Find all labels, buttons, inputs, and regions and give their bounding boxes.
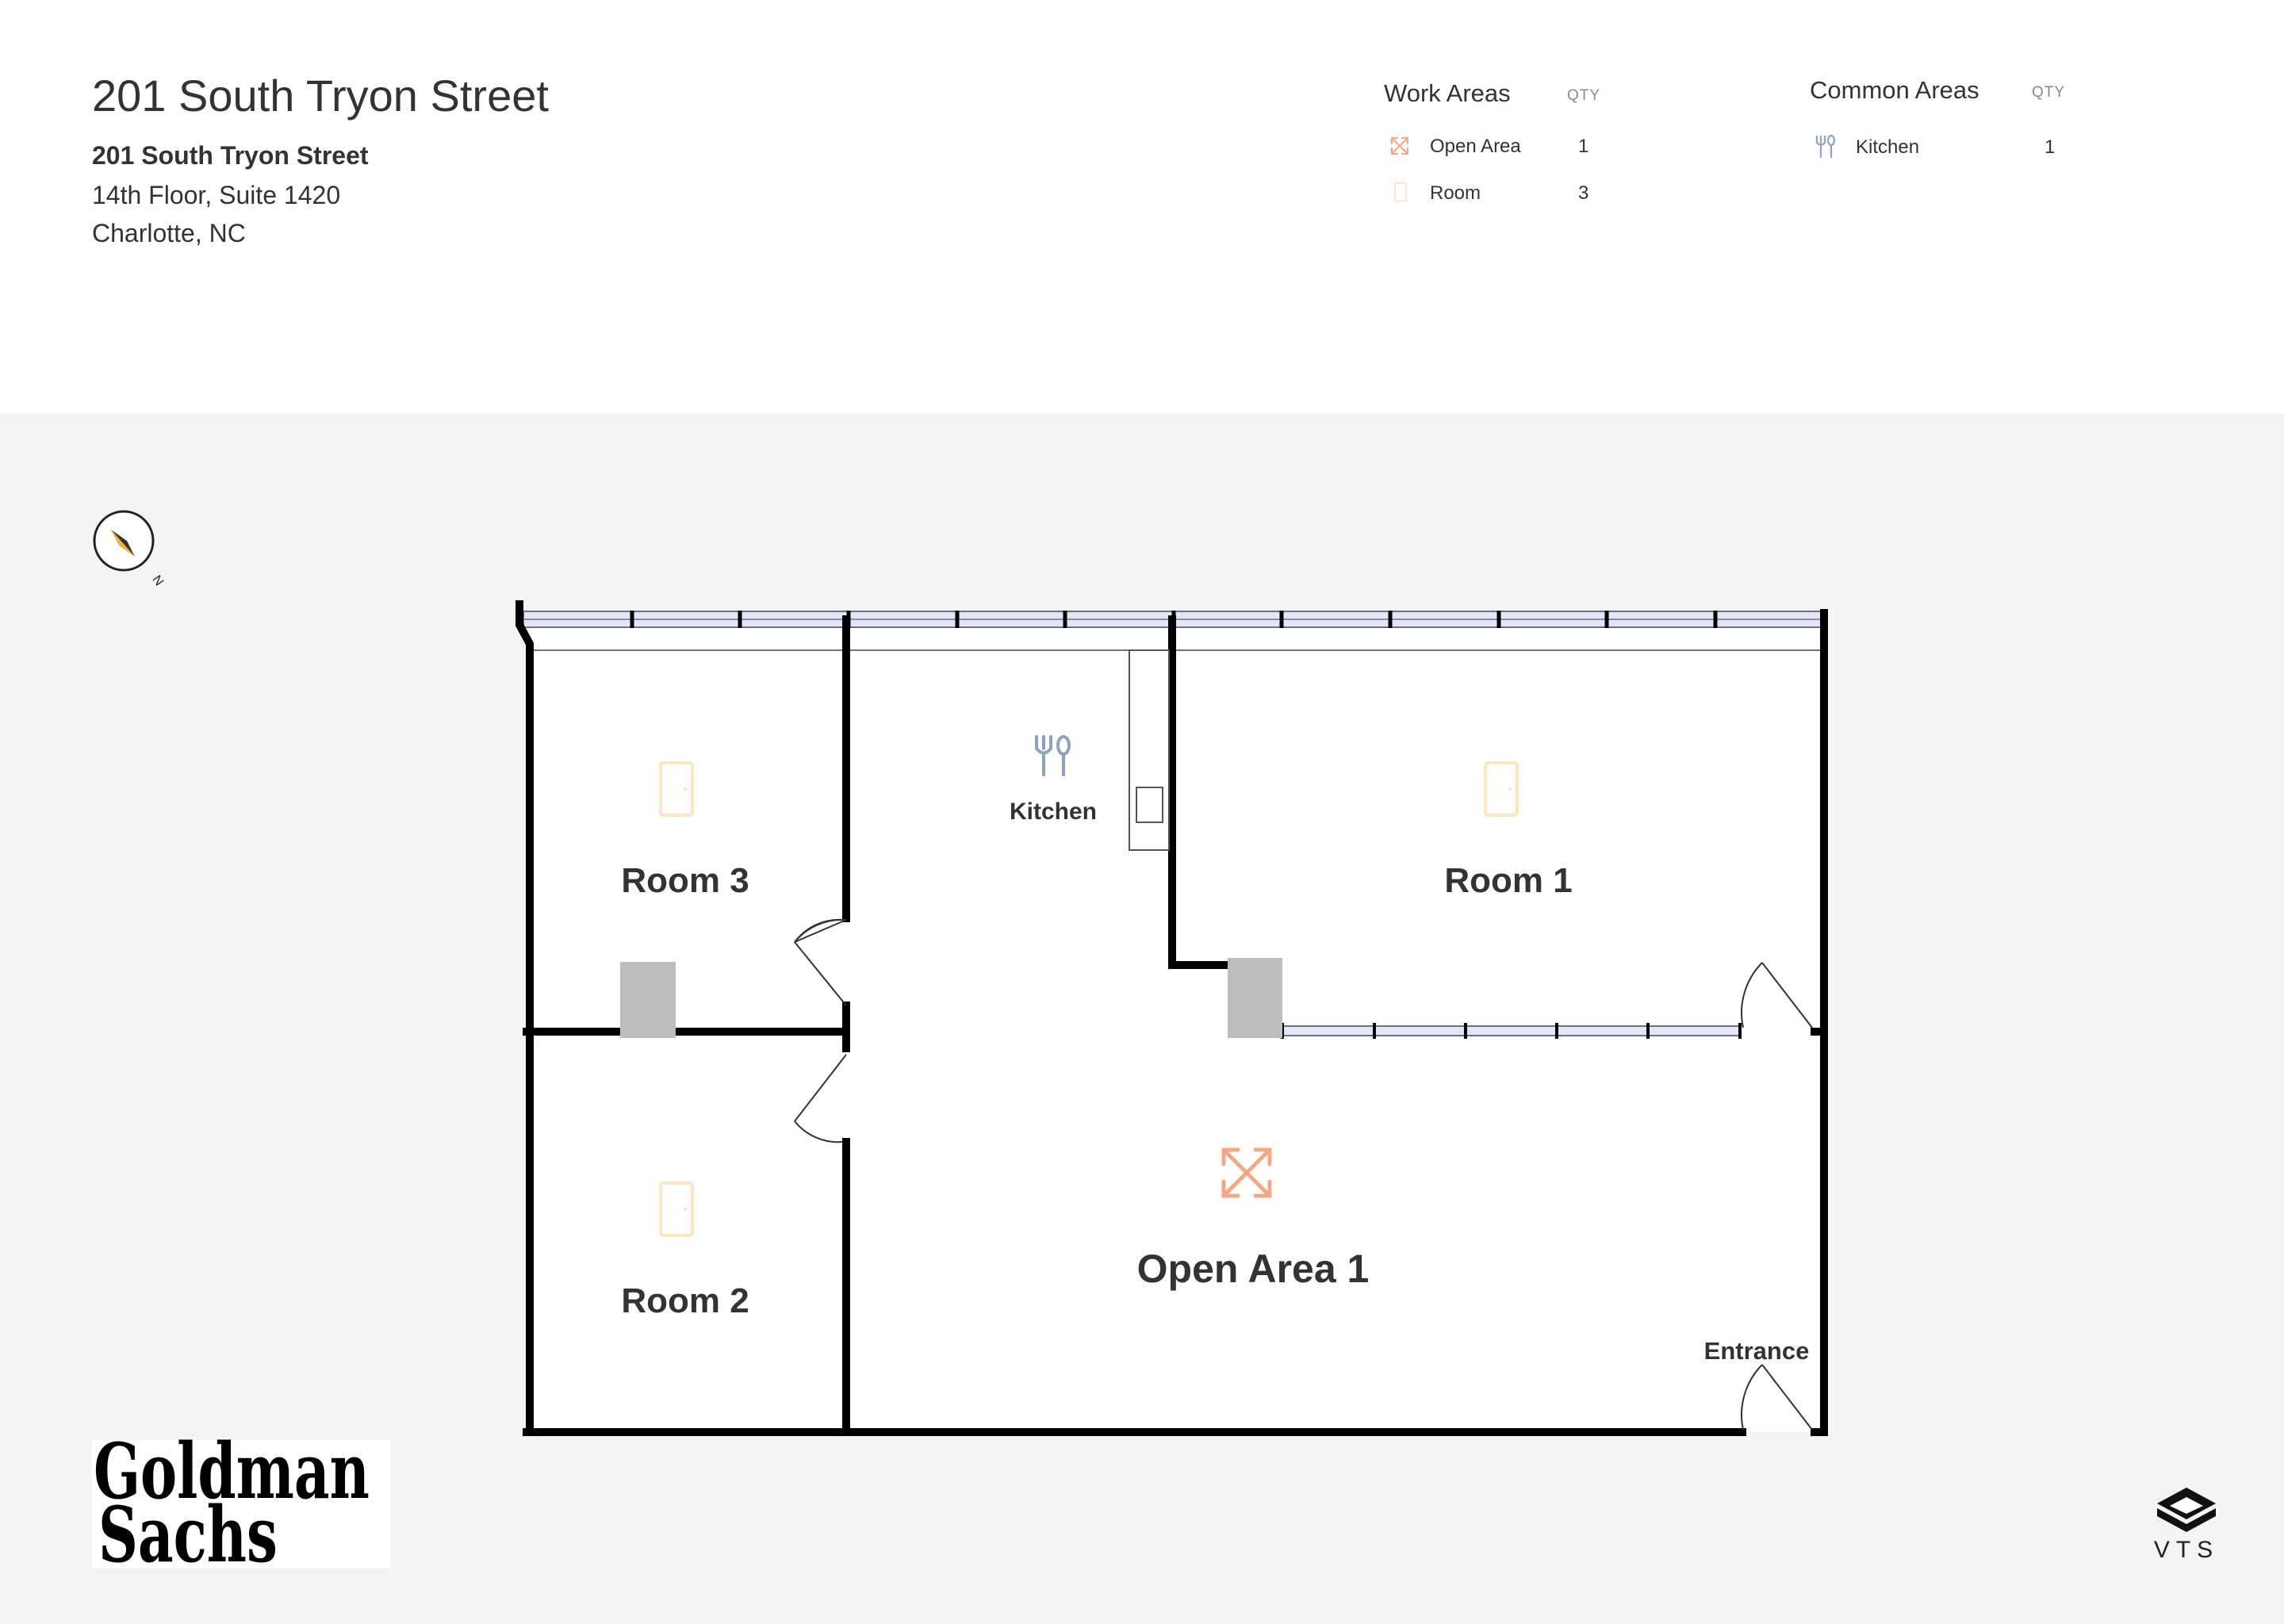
floor-plan: Room 3 Room 2 Room 1 Kitchen Open Area 1… [515,600,1828,1436]
vts-mark-icon [2157,1488,2216,1532]
room-2-label: Room 2 [621,1281,749,1320]
open-area-label: Open Area 1 [1137,1247,1370,1291]
room-1-label: Room 1 [1444,861,1572,900]
vts-logo-text: VTS [2153,1537,2220,1563]
structural-column [1228,958,1282,1038]
kitchen-label: Kitchen [1010,799,1097,825]
goldman-sachs-logo: Goldman Sachs [92,1434,390,1573]
logo-text-line-2: Sachs [98,1490,278,1580]
structural-column [620,962,676,1038]
compass-icon: N [90,508,170,599]
room-3-label: Room 3 [621,861,749,900]
room1-glass-wall [1281,1023,1742,1039]
vts-logo: VTS [2151,1486,2222,1565]
compass-north-label: N [149,573,166,588]
entrance-label: Entrance [1704,1337,1810,1365]
